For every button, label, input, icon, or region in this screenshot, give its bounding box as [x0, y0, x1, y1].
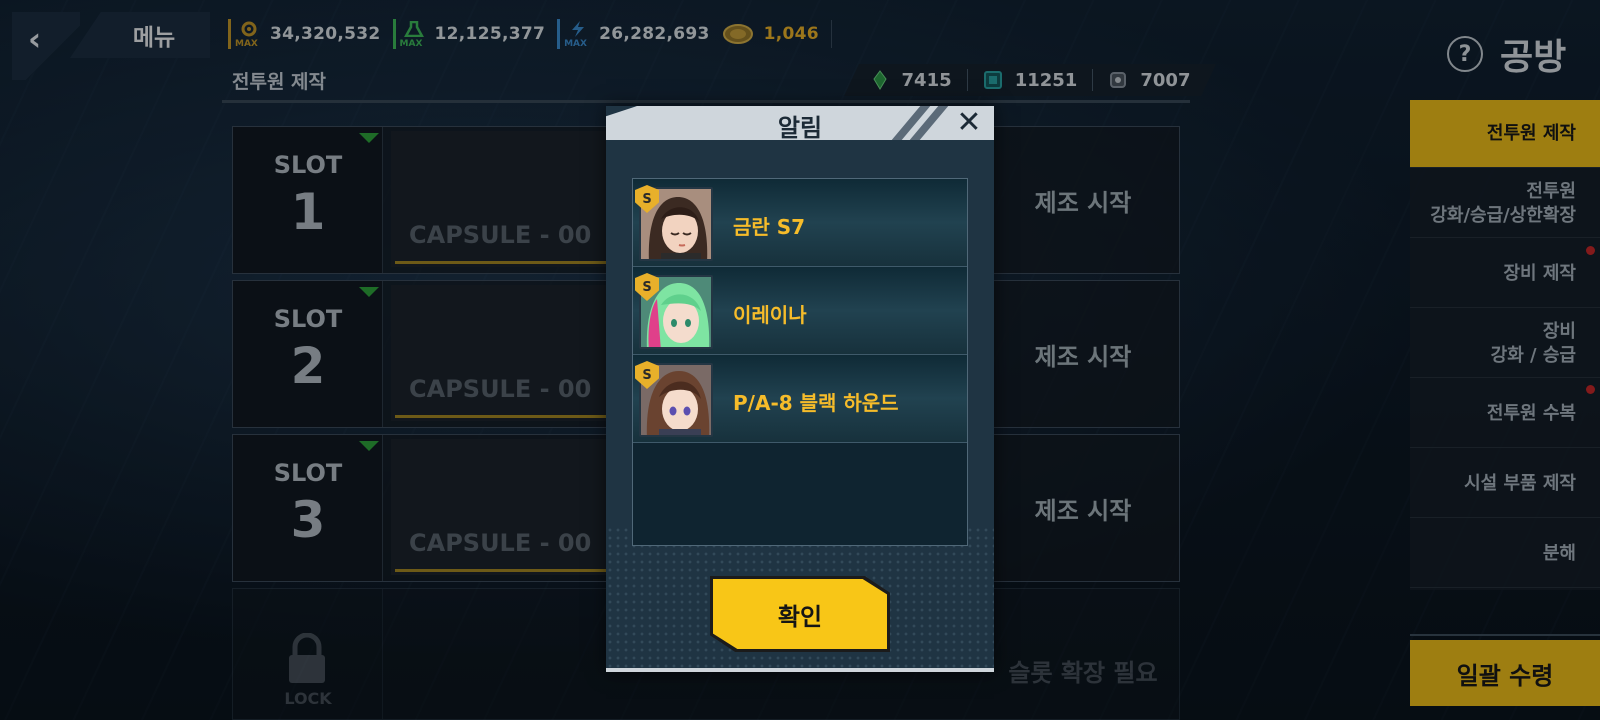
list-item[interactable]: S 금란 S7	[633, 179, 967, 267]
character-name: P/A-8 블랙 하운드	[733, 391, 899, 415]
character-name: 이레이나	[733, 303, 807, 327]
reward-list: S 금란 S7 S 이레이나 S P/A-8 블랙 하운드	[632, 178, 968, 546]
confirm-button[interactable]: 확인	[710, 576, 890, 652]
list-item[interactable]: S P/A-8 블랙 하운드	[633, 355, 967, 443]
confirm-label: 확인	[777, 602, 823, 631]
dialog-bottom-border	[606, 668, 994, 672]
notification-dialog: 알림 ✕ S 금란 S7 S 이레이나 S P/A-8 블랙 하운드 확인	[606, 104, 994, 672]
close-icon: ✕	[956, 104, 982, 140]
close-button[interactable]: ✕	[952, 104, 986, 140]
dialog-title: 알림	[777, 114, 823, 142]
character-name: 금란 S7	[733, 215, 806, 239]
list-item[interactable]: S 이레이나	[633, 267, 967, 355]
